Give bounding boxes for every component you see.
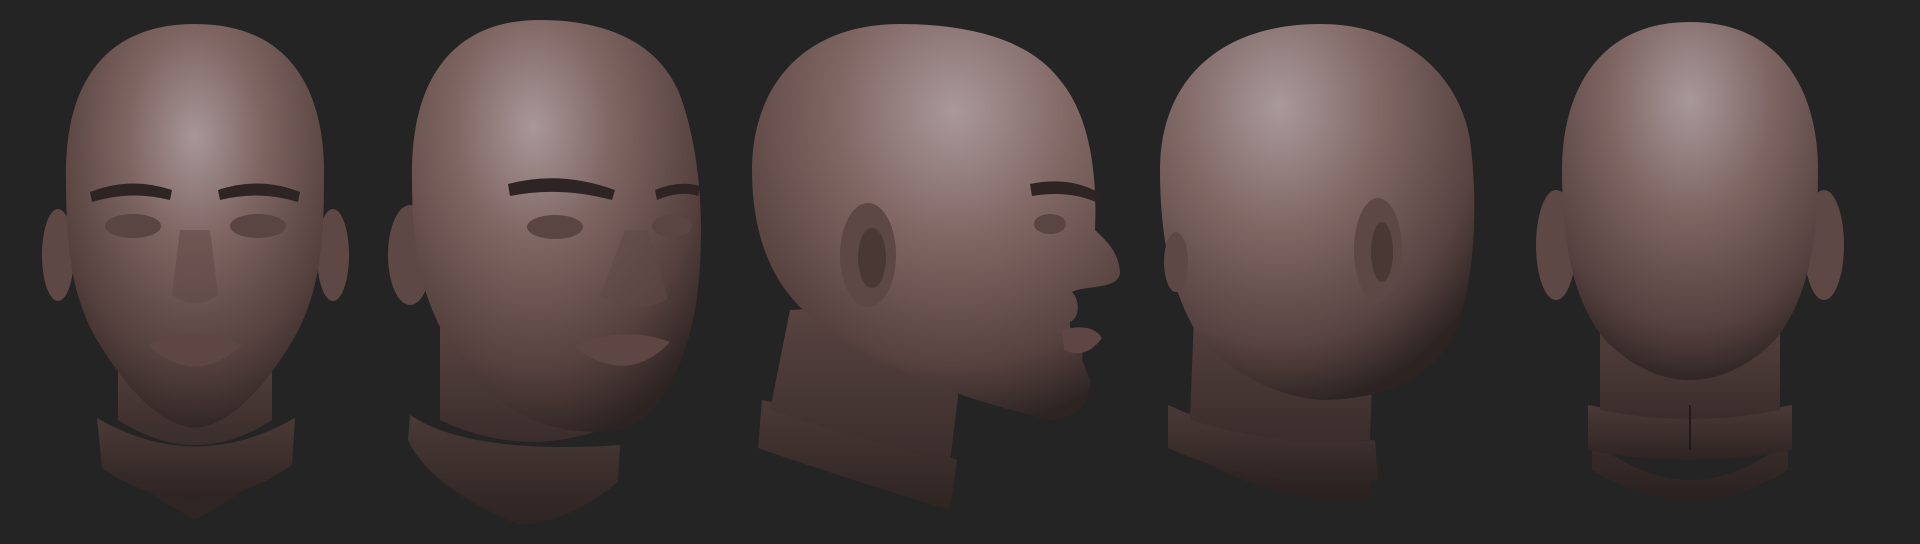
left-eye [105,214,161,238]
head [1160,24,1475,400]
head [1562,22,1818,380]
left-eye [527,215,583,239]
front-view [42,24,349,520]
three-quarter-view [388,20,701,525]
right-eye [652,215,692,237]
far-ear [1164,232,1188,292]
turnaround-canvas [42,20,1844,525]
back-view [1536,22,1844,500]
nose [172,230,218,304]
right-eye [230,214,286,238]
ear-inner [1371,222,1393,282]
rear-three-quarter-view [1160,24,1475,501]
ear-inner [858,228,886,288]
profile-view [752,24,1120,510]
eye [1034,214,1066,234]
lips [1062,327,1102,354]
sculpt-turnaround [0,0,1920,544]
